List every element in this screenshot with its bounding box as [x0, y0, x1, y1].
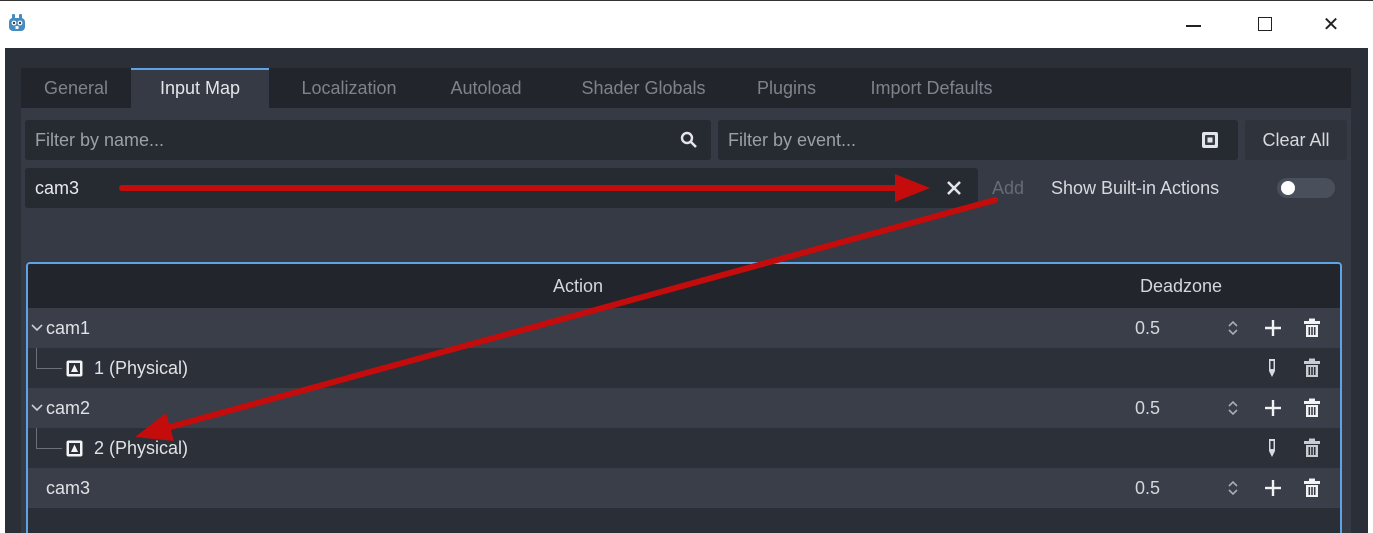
tab-input-map[interactable]: Input Map	[131, 68, 269, 108]
trash-icon[interactable]	[1303, 438, 1321, 458]
maximize-button[interactable]	[1250, 9, 1280, 39]
input-map-panel: Filter by name... Filter by event... Cle…	[21, 108, 1351, 533]
tab-import-defaults[interactable]: Import Defaults	[844, 68, 1019, 108]
action-row-cam3[interactable]: cam3 0.5	[28, 468, 1340, 508]
edit-icon[interactable]	[1267, 358, 1277, 378]
trash-icon[interactable]	[1303, 478, 1321, 498]
search-icon[interactable]	[680, 131, 698, 149]
action-tree[interactable]: Action Deadzone cam1 0.5 1 (Physical) ca…	[26, 262, 1342, 533]
trash-icon[interactable]	[1303, 358, 1321, 378]
godot-icon	[9, 14, 25, 31]
close-icon[interactable]	[945, 179, 963, 197]
action-name: cam1	[46, 318, 91, 338]
column-header-deadzone[interactable]: Deadzone	[1140, 264, 1222, 308]
action-name: cam2	[46, 398, 91, 418]
deadzone-value[interactable]: 0.5	[1135, 388, 1160, 428]
action-row-cam1[interactable]: cam1 0.5	[28, 308, 1340, 348]
deadzone-value[interactable]: 0.5	[1135, 468, 1160, 508]
tree-connector	[36, 428, 37, 448]
add-event-icon[interactable]	[1263, 478, 1283, 498]
spin-arrows-icon[interactable]	[1228, 400, 1238, 416]
add-event-icon[interactable]	[1263, 398, 1283, 418]
trash-icon[interactable]	[1303, 398, 1321, 418]
minimize-icon	[1186, 25, 1201, 27]
new-action-name-input[interactable]: cam3	[25, 168, 978, 208]
tab-shader-globals[interactable]: Shader Globals	[551, 68, 736, 108]
event-row-2-physical[interactable]: 2 (Physical)	[28, 428, 1340, 468]
add-action-button[interactable]: Add	[983, 168, 1033, 208]
deadzone-value[interactable]: 0.5	[1135, 308, 1160, 348]
window-titlebar: ✕	[0, 0, 1373, 48]
spin-arrows-icon[interactable]	[1228, 320, 1238, 336]
event-name: 2 (Physical)	[94, 438, 189, 458]
add-event-icon[interactable]	[1263, 318, 1283, 338]
minimize-button[interactable]	[1178, 9, 1208, 39]
show-builtin-actions-label: Show Built-in Actions	[1051, 178, 1220, 198]
keyboard-icon	[66, 360, 83, 377]
tab-localization[interactable]: Localization	[279, 68, 419, 108]
close-icon: ✕	[1322, 12, 1340, 36]
chevron-down-icon[interactable]	[31, 324, 43, 332]
tab-autoload[interactable]: Autoload	[426, 68, 546, 108]
action-row-cam2[interactable]: cam2 0.5	[28, 388, 1340, 428]
spin-arrows-icon[interactable]	[1228, 480, 1238, 496]
action-name: cam3	[46, 478, 91, 498]
event-name: 1 (Physical)	[94, 358, 189, 378]
tree-connector	[36, 368, 62, 369]
keyboard-icon[interactable]	[1201, 131, 1219, 149]
trash-icon[interactable]	[1303, 318, 1321, 338]
close-window-button[interactable]: ✕	[1316, 9, 1346, 39]
keyboard-icon	[66, 440, 83, 457]
tree-connector	[36, 448, 62, 449]
filter-by-event-input[interactable]: Filter by event...	[718, 120, 1238, 160]
tab-general[interactable]: General	[21, 68, 131, 108]
event-row-1-physical[interactable]: 1 (Physical)	[28, 348, 1340, 388]
tree-header: Action Deadzone	[28, 264, 1340, 308]
column-header-action[interactable]: Action	[553, 264, 603, 308]
show-builtin-actions-toggle[interactable]	[1277, 178, 1335, 198]
tab-plugins[interactable]: Plugins	[739, 68, 834, 108]
clear-all-button[interactable]: Clear All	[1245, 120, 1347, 160]
tree-connector	[36, 348, 37, 368]
tab-bar: General Input Map Localization Autoload …	[21, 68, 1351, 108]
maximize-icon	[1258, 17, 1272, 31]
toggle-knob	[1281, 181, 1295, 195]
edit-icon[interactable]	[1267, 438, 1277, 458]
chevron-down-icon[interactable]	[31, 404, 43, 412]
project-settings-editor: General Input Map Localization Autoload …	[5, 48, 1368, 533]
filter-by-name-input[interactable]: Filter by name...	[25, 120, 711, 160]
